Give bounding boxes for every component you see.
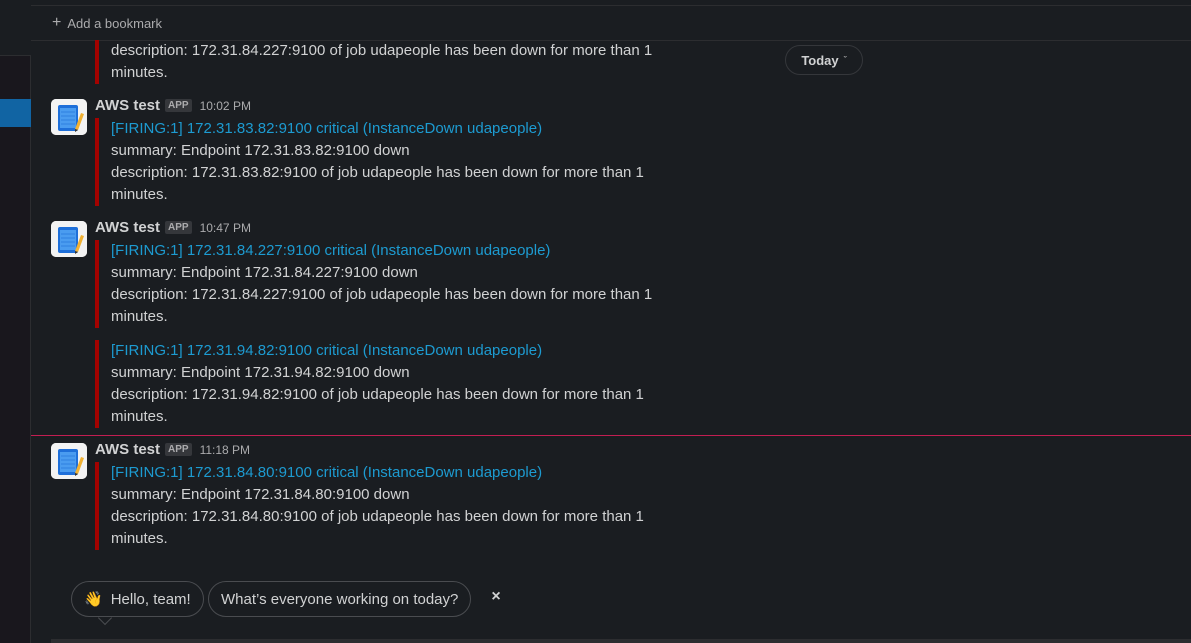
- app-badge: APP: [165, 221, 192, 234]
- sender-name[interactable]: AWS test: [95, 441, 160, 458]
- message-header: AWS test APP 10:47 PM: [95, 219, 251, 236]
- alert-title-link[interactable]: [FIRING:1] 172.31.83.82:9100 critical (I…: [111, 118, 644, 140]
- attachment-line: minutes.: [111, 408, 168, 425]
- attachment-line: summary: Endpoint 172.31.84.80:9100 down: [111, 486, 410, 503]
- attachment-line: summary: Endpoint 172.31.94.82:9100 down: [111, 364, 410, 381]
- close-icon[interactable]: ×: [488, 588, 504, 608]
- composer-edge: [51, 639, 1191, 643]
- chevron-down-icon: ˇ: [843, 55, 847, 65]
- suggestion-hello-team-button[interactable]: 👋 Hello, team!: [71, 581, 204, 617]
- sidebar-item-active-channel[interactable]: [0, 99, 31, 127]
- add-bookmark-button[interactable]: + Add a bookmark: [31, 6, 1191, 41]
- message-timestamp[interactable]: 11:18 PM: [200, 443, 250, 457]
- attachment-line: description: 172.31.83.82:9100 of job ud…: [111, 164, 644, 181]
- message-timestamp[interactable]: 10:02 PM: [200, 99, 251, 113]
- attachment-line: minutes.: [111, 530, 168, 547]
- suggestion-label: What’s everyone working on today?: [221, 590, 459, 608]
- attachment-line: summary: Endpoint 172.31.84.227:9100 dow…: [111, 264, 418, 281]
- message-header: AWS test APP 10:02 PM: [95, 97, 251, 114]
- suggestion-label: Hello, team!: [110, 590, 191, 608]
- alert-title-link[interactable]: [FIRING:1] 172.31.84.80:9100 critical (I…: [111, 462, 644, 484]
- attachment-line: description: 172.31.84.80:9100 of job ud…: [111, 508, 644, 525]
- workspace-sidebar: [0, 0, 31, 643]
- attachment-line: description: 172.31.94.82:9100 of job ud…: [111, 386, 644, 403]
- sender-name[interactable]: AWS test: [95, 219, 160, 236]
- attachment-line: summary: Endpoint 172.31.83.82:9100 down: [111, 142, 410, 159]
- date-divider-today-button[interactable]: Today ˇ: [785, 45, 863, 75]
- notepad-pencil-icon: [51, 443, 87, 479]
- notepad-pencil-icon: [51, 221, 87, 257]
- alert-title-link[interactable]: [FIRING:1] 172.31.94.82:9100 critical (I…: [111, 340, 644, 362]
- alert-attachment: [FIRING:1] 172.31.94.82:9100 critical (I…: [95, 340, 644, 428]
- attachment-line: minutes.: [111, 308, 168, 325]
- attachment-line: description: 172.31.84.227:9100 of job u…: [111, 42, 653, 59]
- waving-hand-icon: 👋: [84, 591, 103, 608]
- alert-attachment: [FIRING:1] 172.31.84.227:9100 critical (…: [95, 240, 652, 328]
- alert-attachment: [FIRING:1] 172.31.84.80:9100 critical (I…: [95, 462, 644, 550]
- message-header: AWS test APP 11:18 PM: [95, 441, 250, 458]
- alert-title-link[interactable]: [FIRING:1] 172.31.84.227:9100 critical (…: [111, 240, 652, 262]
- attachment-line: description: 172.31.84.227:9100 of job u…: [111, 286, 653, 303]
- notepad-pencil-icon: [51, 99, 87, 135]
- date-label: Today: [801, 52, 839, 68]
- suggestion-working-on-button[interactable]: What’s everyone working on today?: [208, 581, 472, 617]
- new-messages-divider: [31, 435, 1191, 436]
- sender-name[interactable]: AWS test: [95, 97, 160, 114]
- attachment-line: minutes.: [111, 64, 168, 81]
- plus-icon: +: [52, 14, 62, 31]
- alert-attachment: [FIRING:1] 172.31.83.82:9100 critical (I…: [95, 118, 644, 206]
- add-bookmark-label: Add a bookmark: [67, 15, 163, 31]
- app-badge: APP: [165, 99, 192, 112]
- message-timestamp[interactable]: 10:47 PM: [200, 221, 251, 235]
- app-badge: APP: [165, 443, 192, 456]
- avatar[interactable]: [51, 443, 87, 479]
- alert-attachment: description: 172.31.84.227:9100 of job u…: [95, 40, 652, 84]
- attachment-line: minutes.: [111, 186, 168, 203]
- avatar[interactable]: [51, 99, 87, 135]
- avatar[interactable]: [51, 221, 87, 257]
- sidebar-header: [0, 0, 31, 56]
- channel-main: + Add a bookmark description: 172.31.84.…: [31, 0, 1191, 643]
